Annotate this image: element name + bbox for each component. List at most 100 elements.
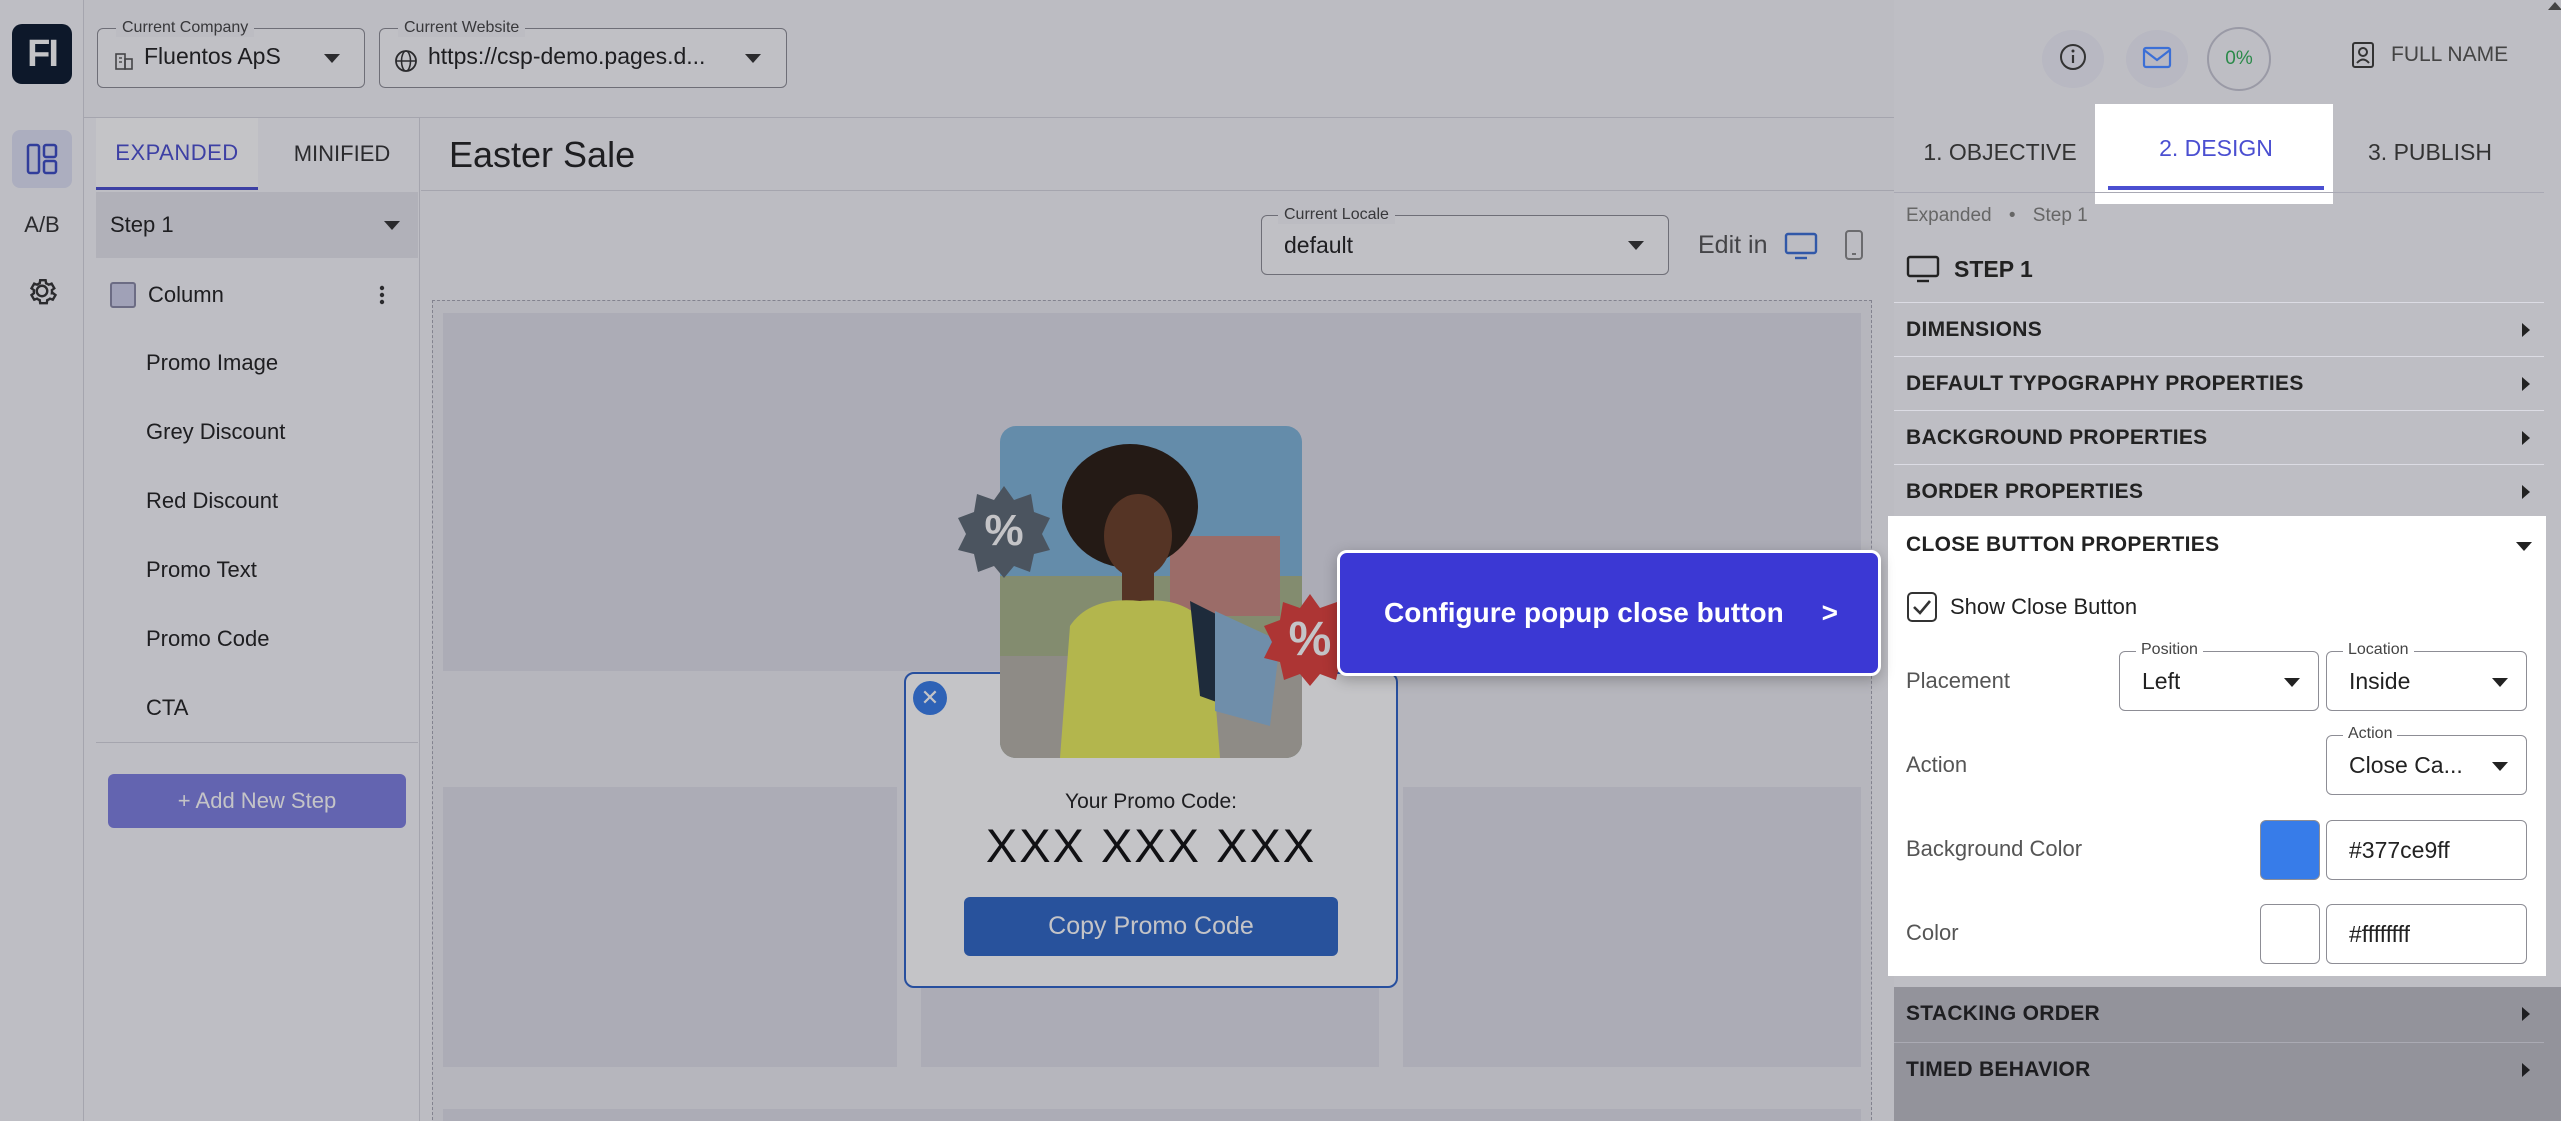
layer-column[interactable]: Column xyxy=(96,264,418,326)
promo-text: Your Promo Code: xyxy=(1065,790,1237,813)
tab-expanded[interactable]: EXPANDED xyxy=(96,118,258,190)
mobile-icon[interactable] xyxy=(1843,229,1865,261)
layers-nav-button[interactable] xyxy=(12,130,72,188)
edit-in-label: Edit in xyxy=(1698,231,1768,259)
layer-item[interactable]: Red Discount xyxy=(146,488,278,514)
step-select[interactable]: Step 1 xyxy=(96,192,418,258)
color-swatch[interactable] xyxy=(2260,904,2320,964)
tour-tooltip[interactable]: Configure popup close button > xyxy=(1337,550,1881,676)
tab-minified[interactable]: MINIFIED xyxy=(262,118,422,190)
chevron-right-icon xyxy=(2522,485,2530,499)
layer-column-label: Column xyxy=(148,282,224,307)
checkbox-checked-icon[interactable] xyxy=(1906,591,1938,623)
section-typography[interactable]: DEFAULT TYPOGRAPHY PROPERTIES xyxy=(1894,356,2544,410)
chevron-right-icon xyxy=(2522,323,2530,337)
layer-item[interactable]: Grey Discount xyxy=(146,419,285,445)
chevron-right-icon xyxy=(2522,431,2530,445)
app-logo[interactable]: FI xyxy=(12,24,72,84)
copy-promo-code-button[interactable]: Copy Promo Code xyxy=(964,897,1338,956)
layer-item[interactable]: Promo Code xyxy=(146,626,270,652)
mail-icon[interactable] xyxy=(2124,28,2190,90)
section-typography-label: DEFAULT TYPOGRAPHY PROPERTIES xyxy=(1906,371,2304,395)
company-select-label: Current Company xyxy=(116,19,255,37)
color-value: #ffffffff xyxy=(2349,921,2411,947)
desktop-icon[interactable] xyxy=(1784,232,1818,260)
layer-item[interactable]: CTA xyxy=(146,695,188,721)
placement-label: Placement xyxy=(1906,668,2010,693)
ab-test-nav-button[interactable]: A/B xyxy=(12,196,72,254)
chevron-down-icon xyxy=(384,221,400,230)
chevron-down-icon xyxy=(2492,678,2508,687)
color-input[interactable]: #ffffffff xyxy=(2326,904,2527,964)
tab-objective[interactable]: 1. OBJECTIVE xyxy=(1900,112,2100,192)
section-border-label: BORDER PROPERTIES xyxy=(1906,479,2144,503)
promo-code: XXX XXX XXX xyxy=(985,819,1317,872)
company-select[interactable]: Current Company Fluentos ApS xyxy=(97,19,365,88)
grey-discount-symbol: % xyxy=(984,506,1024,555)
divider xyxy=(96,742,418,743)
location-select-label: Location xyxy=(2343,641,2414,659)
building-icon xyxy=(115,53,133,70)
section-close-button[interactable]: CLOSE BUTTON PROPERTIES xyxy=(1894,518,2544,572)
section-close-button-label: CLOSE BUTTON PROPERTIES xyxy=(1906,533,2220,556)
placeholder-block xyxy=(443,1109,1861,1121)
chevron-down-icon xyxy=(324,54,340,63)
add-step-button[interactable]: + Add New Step xyxy=(108,774,406,828)
breadcrumb-item[interactable]: Expanded xyxy=(1906,205,1992,226)
show-close-button-row[interactable]: Show Close Button xyxy=(1906,591,2137,623)
info-icon[interactable] xyxy=(2040,28,2106,90)
chevron-down-icon xyxy=(745,54,761,63)
position-value: Left xyxy=(2142,668,2181,694)
background-color-swatch[interactable] xyxy=(2260,820,2320,880)
website-value: https://csp-demo.pages.d... xyxy=(428,43,706,69)
chevron-down-icon xyxy=(2516,542,2532,551)
more-vertical-icon[interactable] xyxy=(378,284,386,306)
locale-select-label: Current Locale xyxy=(1278,206,1395,224)
breadcrumb-item[interactable]: Step 1 xyxy=(2033,205,2088,226)
location-value: Inside xyxy=(2349,668,2411,694)
close-icon[interactable]: ✕ xyxy=(913,681,947,715)
action-select[interactable]: Action Close Ca... xyxy=(2326,725,2527,795)
section-dimensions[interactable]: DIMENSIONS xyxy=(1894,302,2544,356)
promo-image[interactable] xyxy=(1000,426,1302,758)
tour-next-button[interactable]: > xyxy=(1822,597,1838,629)
background-color-input[interactable]: #377ce9ff xyxy=(2326,820,2527,880)
layout-icon xyxy=(26,143,58,175)
breadcrumb-separator: • xyxy=(2008,205,2016,226)
locale-select[interactable]: Current Locale default xyxy=(1261,206,1669,275)
location-select[interactable]: Location Inside xyxy=(2326,641,2527,711)
user-name[interactable]: FULL NAME xyxy=(2391,43,2508,67)
section-background[interactable]: BACKGROUND PROPERTIES xyxy=(1894,410,2544,464)
layer-item[interactable]: Promo Image xyxy=(146,350,278,376)
background-color-label: Background Color xyxy=(1906,836,2083,861)
company-value: Fluentos ApS xyxy=(144,43,281,69)
gear-icon xyxy=(29,279,58,305)
chevron-right-icon xyxy=(2522,377,2530,391)
settings-nav-button[interactable] xyxy=(12,262,72,320)
website-select[interactable]: Current Website https://csp-demo.pages.d… xyxy=(379,19,787,88)
divider xyxy=(1894,192,2544,193)
website-select-label: Current Website xyxy=(398,19,526,37)
action-value: Close Ca... xyxy=(2349,752,2463,778)
layers-panel: EXPANDED MINIFIED Step 1 Column Promo Im… xyxy=(84,118,420,1121)
background-color-value: #377ce9ff xyxy=(2349,837,2450,863)
step-select-value: Step 1 xyxy=(110,212,174,237)
progress-indicator: 0% xyxy=(2207,27,2271,91)
section-dimensions-label: DIMENSIONS xyxy=(1906,317,2043,341)
user-badge-icon xyxy=(2352,42,2374,68)
step-heading-label: STEP 1 xyxy=(1954,255,2033,282)
action-select-label: Action xyxy=(2343,725,2398,743)
show-close-button-label: Show Close Button xyxy=(1950,594,2138,619)
placeholder-block xyxy=(443,787,897,1067)
section-border[interactable]: BORDER PROPERTIES xyxy=(1894,464,2544,518)
action-label: Action xyxy=(1906,752,1968,777)
color-label: Color xyxy=(1906,920,1959,945)
tab-design[interactable]: 2. DESIGN xyxy=(2108,110,2324,190)
tab-publish[interactable]: 3. PUBLISH xyxy=(2330,112,2530,192)
scroll-up-icon[interactable] xyxy=(2548,2,2561,10)
position-select-label: Position xyxy=(2136,641,2203,659)
step-heading: STEP 1 xyxy=(1906,255,2033,283)
position-select[interactable]: Position Left xyxy=(2119,641,2319,711)
layer-item[interactable]: Promo Text xyxy=(146,557,257,583)
section-background-label: BACKGROUND PROPERTIES xyxy=(1906,425,2208,449)
